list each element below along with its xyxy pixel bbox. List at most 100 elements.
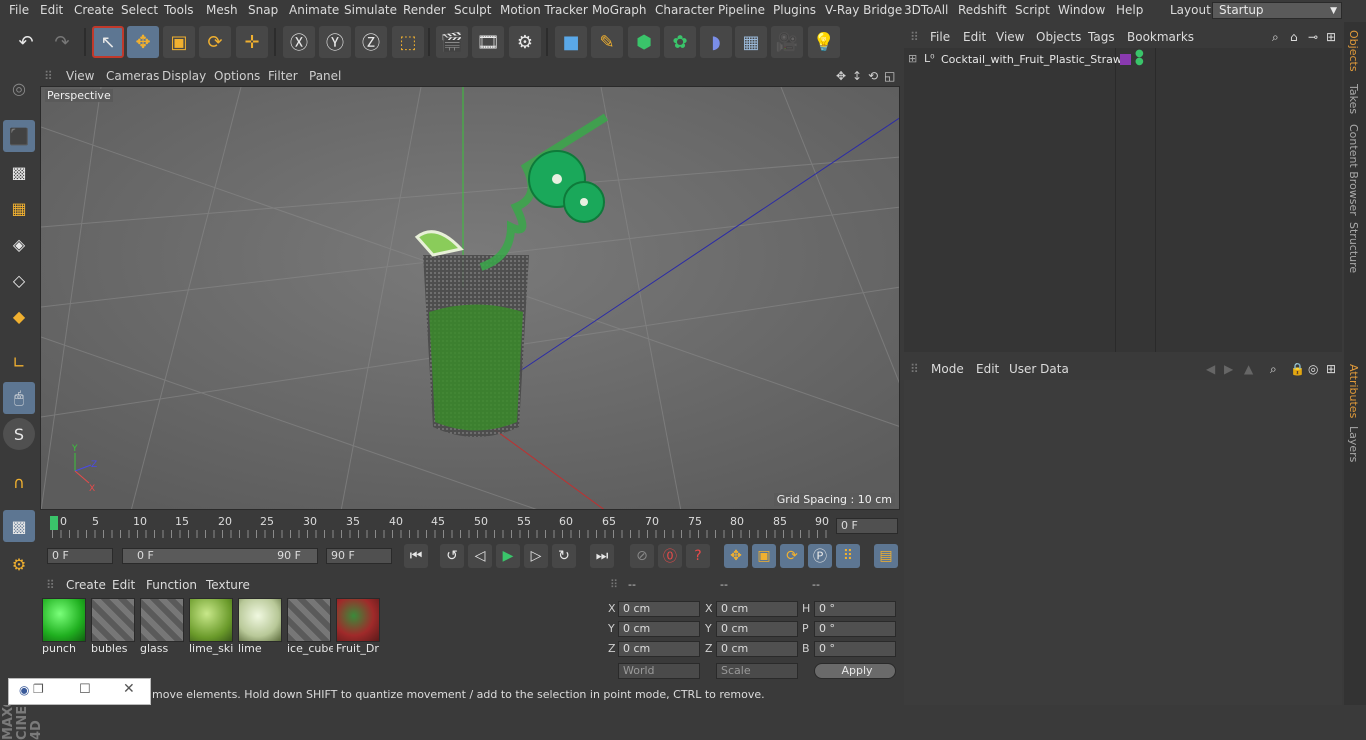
menu-animate[interactable]: Animate [289, 3, 339, 17]
attr-menu-mode[interactable]: Mode [931, 362, 964, 376]
obj-menu-tags[interactable]: Tags [1088, 30, 1115, 44]
position-z-field[interactable]: 0 cm [618, 641, 700, 657]
key-scale-icon[interactable]: ▣ [752, 544, 776, 568]
menu-script[interactable]: Script [1015, 3, 1050, 17]
axis-mode-icon[interactable]: ∟ [3, 346, 35, 378]
obj-menu-edit[interactable]: Edit [963, 30, 986, 44]
menu-select[interactable]: Select [121, 3, 158, 17]
up-icon[interactable]: ⊸ [1308, 30, 1318, 44]
tab-layers[interactable]: Layers [1347, 426, 1360, 462]
attr-menu-user-data[interactable]: User Data [1009, 362, 1069, 376]
redo-icon[interactable]: ↷ [46, 26, 78, 58]
pan-icon[interactable]: ✥ [836, 69, 846, 83]
auto-key-icon[interactable]: ? [686, 544, 710, 568]
playhead[interactable] [50, 516, 58, 530]
menu-redshift[interactable]: Redshift [958, 3, 1007, 17]
world-select[interactable]: World [618, 663, 700, 679]
snap-magnet-icon[interactable]: ∩ [3, 466, 35, 498]
menu-vray-bridge[interactable]: V-Ray Bridge [825, 3, 902, 17]
menu-mograph[interactable]: MoGraph [592, 3, 647, 17]
menu-file[interactable]: File [9, 3, 29, 17]
new-view-icon[interactable]: ⊞ [1326, 30, 1336, 44]
cloner-icon[interactable]: ✿ [664, 26, 696, 58]
position-x-field[interactable]: 0 cm [618, 601, 700, 617]
material-bubles[interactable]: bubles [91, 598, 137, 656]
viewport-menu-cameras[interactable]: Cameras [106, 69, 159, 83]
orbit-icon[interactable]: ⟲ [868, 69, 878, 83]
select-icon[interactable]: ↖ [92, 26, 124, 58]
tweak-mode-icon[interactable]: 🖱 [3, 382, 35, 414]
play-icon[interactable]: ▶ [496, 544, 520, 568]
rotation-p-field[interactable]: 0 ° [814, 621, 896, 637]
x-axis-icon[interactable]: Ⓧ [283, 26, 315, 58]
search-icon[interactable]: ⌕ [1272, 30, 1279, 45]
viewport-menu-filter[interactable]: Filter [268, 69, 298, 83]
menu-tools[interactable]: Tools [164, 3, 194, 17]
rotation-b-field[interactable]: 0 ° [814, 641, 896, 657]
scale-icon[interactable]: ▣ [163, 26, 195, 58]
cube-icon[interactable]: ■ [555, 26, 587, 58]
layer-color-swatch[interactable] [1120, 54, 1131, 65]
current-frame-field[interactable]: 0 F [836, 518, 898, 534]
position-y-field[interactable]: 0 cm [618, 621, 700, 637]
home-icon[interactable]: ⌂ [1290, 30, 1298, 44]
goto-start-icon[interactable]: ⏮ [404, 544, 428, 568]
mat-menu-texture[interactable]: Texture [206, 578, 250, 592]
menu-3dtoall[interactable]: 3DToAll [904, 3, 948, 17]
menu-window[interactable]: Window [1058, 3, 1105, 17]
size-x-field[interactable]: 0 cm [716, 601, 798, 617]
tab-attributes[interactable]: Attributes [1347, 364, 1360, 418]
obj-menu-view[interactable]: View [996, 30, 1024, 44]
viewport-menu-display[interactable]: Display [162, 69, 206, 83]
undo-icon[interactable]: ↶ [10, 26, 42, 58]
target-icon[interactable]: ◎ [1308, 362, 1318, 376]
model-mode-icon[interactable]: ◎ [3, 72, 35, 104]
dolly-icon[interactable]: ↕ [852, 69, 862, 83]
key-pla-icon[interactable]: ⠿ [836, 544, 860, 568]
search-icon[interactable]: ⌕ [1270, 362, 1277, 377]
viewport-menu-panel[interactable]: Panel [309, 69, 341, 83]
timeline-window-icon[interactable]: ▤ [874, 544, 898, 568]
deformer-icon[interactable]: ◗ [700, 26, 732, 58]
obj-menu-bookmarks[interactable]: Bookmarks [1127, 30, 1194, 44]
menu-help[interactable]: Help [1116, 3, 1143, 17]
mat-menu-edit[interactable]: Edit [112, 578, 135, 592]
next-frame-icon[interactable]: ▷ [524, 544, 548, 568]
restore-icon[interactable]: ❐ [33, 682, 44, 696]
apply-button[interactable]: Apply [814, 663, 896, 679]
object-name[interactable]: Cocktail_with_Fruit_Plastic_Straw [941, 53, 1122, 66]
menu-sculpt[interactable]: Sculpt [454, 3, 491, 17]
model-object-icon[interactable]: ⬛ [3, 120, 35, 152]
lock-icon[interactable]: 🔒 [1290, 362, 1305, 376]
size-z-field[interactable]: 0 cm [716, 641, 798, 657]
move-icon[interactable]: ✥ [127, 26, 159, 58]
menu-render[interactable]: Render [403, 3, 446, 17]
solo-icon[interactable]: S [3, 418, 35, 450]
locked-workplane-icon[interactable]: ⚙ [3, 548, 35, 580]
edges-mode-icon[interactable]: ◇ [3, 264, 35, 296]
light-icon[interactable]: 💡 [808, 26, 840, 58]
workplane-lock-icon[interactable]: ▩ [3, 510, 35, 542]
material-punch[interactable]: punch [42, 598, 88, 656]
texture-mode-icon[interactable]: ▩ [3, 156, 35, 188]
viewport-perspective[interactable]: Y Z X Perspective Grid Spacing : 10 cm [40, 86, 900, 510]
camera-icon[interactable]: 🎥 [771, 26, 803, 58]
rotate-icon[interactable]: ⟳ [199, 26, 231, 58]
menu-create[interactable]: Create [74, 3, 114, 17]
menu-edit[interactable]: Edit [40, 3, 63, 17]
material-lime-ski[interactable]: lime_ski [189, 598, 235, 656]
menu-plugins[interactable]: Plugins [773, 3, 816, 17]
material-ice-cube[interactable]: ice_cube [287, 598, 333, 656]
render-view-icon[interactable]: 🎬 [436, 26, 468, 58]
layout-select[interactable]: Startup ▼ [1212, 2, 1342, 19]
viewport-menu-options[interactable]: Options [214, 69, 260, 83]
obj-menu-objects[interactable]: Objects [1036, 30, 1081, 44]
size-y-field[interactable]: 0 cm [716, 621, 798, 637]
prev-frame-icon[interactable]: ◁ [468, 544, 492, 568]
new-view-icon[interactable]: ⊞ [1326, 362, 1336, 376]
key-param-icon[interactable]: Ⓟ [808, 544, 832, 568]
rotation-h-field[interactable]: 0 ° [814, 601, 896, 617]
tab-objects[interactable]: Objects [1347, 30, 1360, 72]
frame-range-slider[interactable]: 0 F 90 F [122, 548, 318, 564]
key-position-icon[interactable]: ✥ [724, 544, 748, 568]
